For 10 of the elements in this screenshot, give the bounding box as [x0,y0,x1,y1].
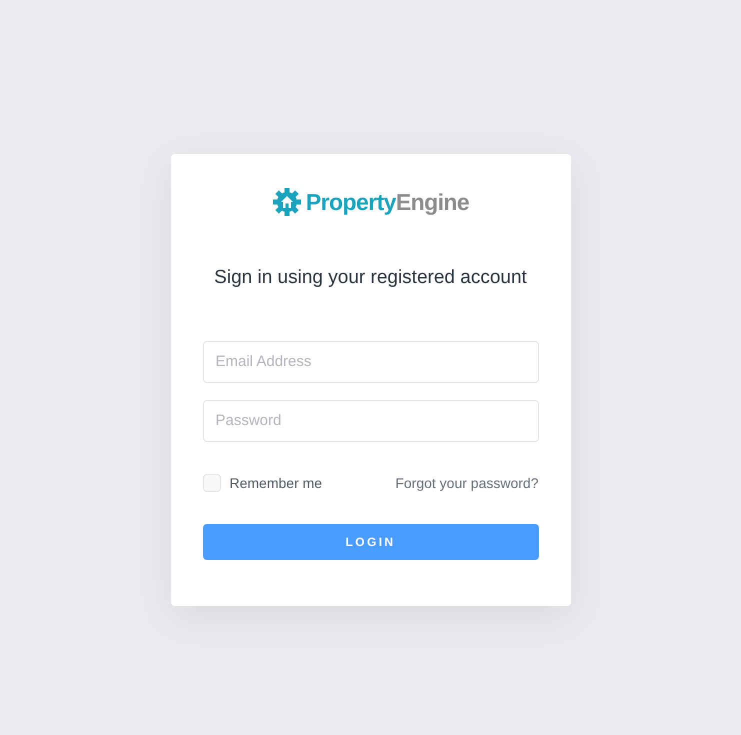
remember-me-label: Remember me [230,474,322,492]
checkbox[interactable] [202,474,220,492]
forgot-password-link[interactable]: Forgot your password? [395,472,538,494]
sign-in-heading: Sign in using your registered account [213,266,528,290]
logo-text: Engine [396,188,470,217]
input-field[interactable]: Password [202,400,538,442]
input-field[interactable]: Email Address [202,340,538,382]
logo-text: Property [306,188,396,217]
gear-house-icon [272,187,302,217]
login-button[interactable]: LOGIN [202,524,538,560]
